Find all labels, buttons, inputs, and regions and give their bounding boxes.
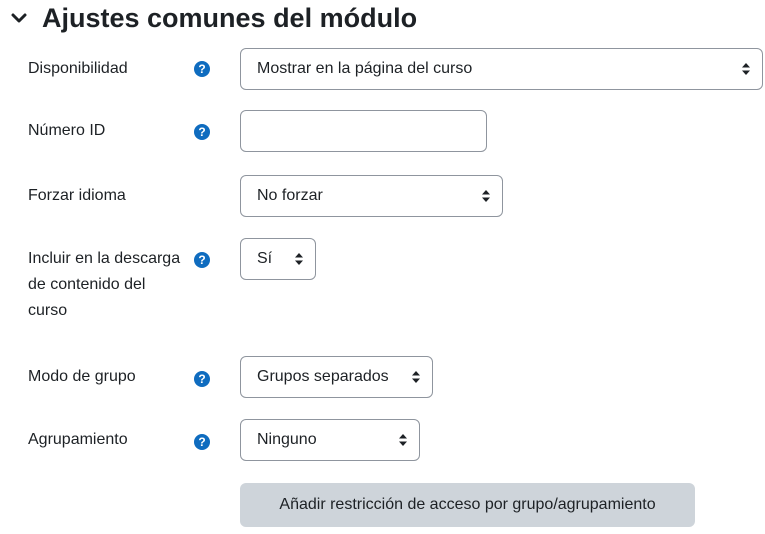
availability-select-value: Mostrar en la página del curso	[257, 60, 473, 77]
question-circle-icon[interactable]: ?	[194, 434, 210, 450]
force-language-select-value: No forzar	[257, 187, 323, 204]
availability-select[interactable]: Mostrar en la página del curso	[240, 48, 763, 90]
group-mode-select[interactable]: Grupos separados	[240, 356, 433, 398]
sort-arrows-icon	[399, 434, 407, 446]
force-language-label: Forzar idioma	[28, 187, 126, 204]
question-circle-icon[interactable]: ?	[194, 371, 210, 387]
chevron-down-icon[interactable]	[8, 7, 30, 29]
sort-arrows-icon	[412, 371, 420, 383]
sort-arrows-icon	[742, 63, 750, 75]
idnumber-input[interactable]	[240, 110, 487, 152]
download-content-select[interactable]: Sí	[240, 238, 316, 280]
grouping-select[interactable]: Ninguno	[240, 419, 420, 461]
grouping-label: Agrupamiento	[28, 431, 128, 448]
availability-label: Disponibilidad	[28, 60, 128, 77]
sort-arrows-icon	[295, 253, 303, 265]
download-content-label: Incluir en la descarga de contenido del …	[28, 250, 181, 319]
group-mode-select-value: Grupos separados	[257, 368, 389, 385]
section-header[interactable]: Ajustes comunes del módulo	[8, 0, 417, 36]
question-circle-icon[interactable]: ?	[194, 61, 210, 77]
question-circle-icon[interactable]: ?	[194, 252, 210, 268]
group-mode-label: Modo de grupo	[28, 368, 136, 385]
force-language-select[interactable]: No forzar	[240, 175, 503, 217]
idnumber-label: Número ID	[28, 122, 106, 139]
question-circle-icon[interactable]: ?	[194, 124, 210, 140]
download-content-select-value: Sí	[257, 250, 273, 267]
add-restriction-button[interactable]: Añadir restricción de acceso por grupo/a…	[240, 483, 695, 527]
sort-arrows-icon	[482, 190, 490, 202]
section-title: Ajustes comunes del módulo	[42, 2, 418, 33]
grouping-select-value: Ninguno	[257, 431, 317, 448]
